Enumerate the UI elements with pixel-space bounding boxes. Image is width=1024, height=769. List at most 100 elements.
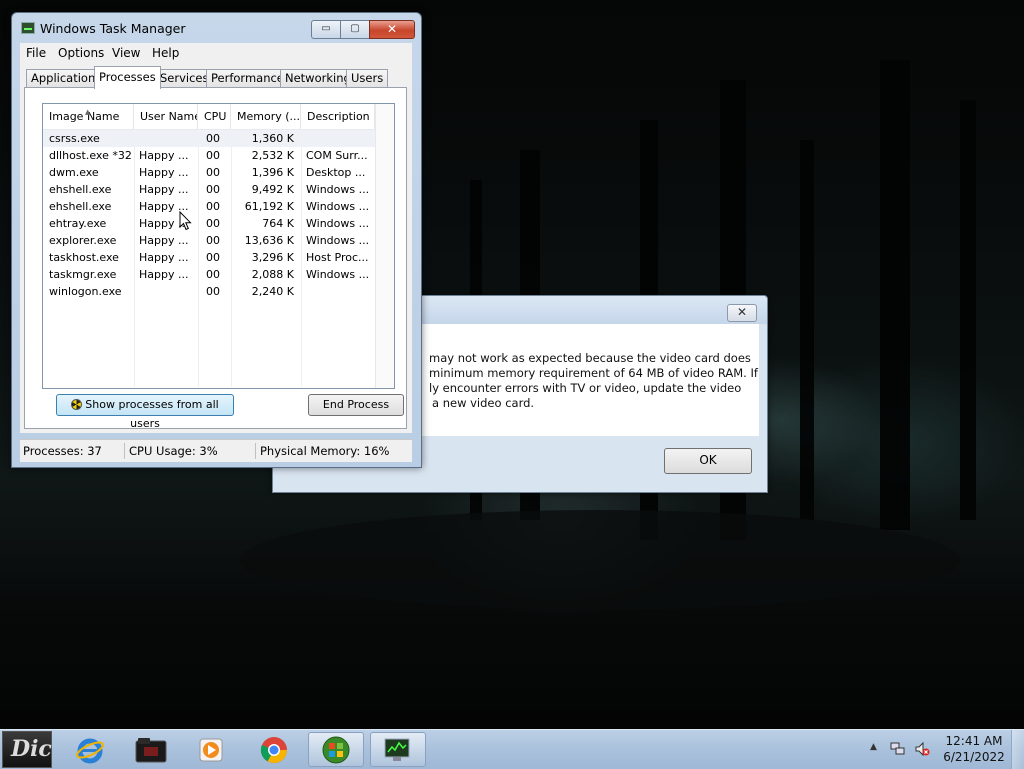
status-divider bbox=[255, 443, 256, 459]
network-icon[interactable] bbox=[890, 741, 906, 757]
minimize-button[interactable]: ▭ bbox=[311, 20, 341, 39]
show-all-processes-button[interactable]: Show processes from all users bbox=[56, 394, 234, 430]
cell-description: Windows ... bbox=[306, 200, 370, 213]
table-row[interactable]: ehtray.exe Happy ... 00 764 K Windows ... bbox=[43, 215, 375, 232]
show-hidden-icons-icon[interactable]: ▲ bbox=[870, 742, 877, 752]
cell-cpu: 00 bbox=[206, 166, 220, 179]
cell-image-name: ehtray.exe bbox=[49, 217, 107, 230]
chrome-icon bbox=[260, 736, 288, 763]
menu-file[interactable]: File bbox=[24, 44, 48, 62]
cell-description: Windows ... bbox=[306, 217, 370, 230]
table-row[interactable]: winlogon.exe 00 2,240 K bbox=[43, 283, 375, 300]
cell-cpu: 00 bbox=[206, 149, 220, 162]
cell-user-name bbox=[139, 283, 195, 300]
status-cpu-usage: CPU Usage: 3% bbox=[129, 444, 218, 458]
table-row[interactable]: ehshell.exe Happy ... 00 61,192 K Windows ..… bbox=[43, 198, 375, 215]
clock[interactable]: 12:41 AM 6/21/2022 bbox=[942, 733, 1006, 765]
cell-user-name: Happy ... bbox=[139, 268, 189, 281]
cell-user-name: Happy ... bbox=[139, 149, 189, 162]
cell-cpu: 00 bbox=[206, 183, 220, 196]
cell-memory: 9,492 K bbox=[251, 183, 294, 196]
column-header-memory[interactable]: Memory (... bbox=[231, 104, 301, 129]
cell-memory: 3,296 K bbox=[251, 251, 294, 264]
cell-image-name: dwm.exe bbox=[49, 166, 99, 179]
table-row[interactable]: taskmgr.exe Happy ... 00 2,088 K Windows ... bbox=[43, 266, 375, 283]
taskbar-media-player[interactable] bbox=[184, 732, 240, 767]
tab-services[interactable]: Services bbox=[155, 69, 214, 88]
cell-image-name: csrss.exe bbox=[49, 132, 100, 145]
taskbar-chrome[interactable] bbox=[246, 732, 302, 767]
dialog-message-line: minimum memory requirement of 64 MB of v… bbox=[429, 366, 758, 380]
uac-shield-icon bbox=[71, 399, 83, 410]
cell-image-name: explorer.exe bbox=[49, 234, 117, 247]
cell-image-name: ehshell.exe bbox=[49, 183, 112, 196]
cell-description: COM Surr... bbox=[306, 149, 368, 162]
ok-button[interactable]: OK bbox=[664, 448, 752, 474]
table-row[interactable]: dllhost.exe *32 Happy ... 00 2,532 K COM Sur… bbox=[43, 147, 375, 164]
cell-user-name: Happy ... bbox=[139, 234, 189, 247]
taskbar-media-center[interactable] bbox=[308, 732, 364, 767]
window-title: Windows Task Manager bbox=[40, 21, 186, 36]
cell-user-name: Happy ... bbox=[139, 251, 189, 264]
clock-time: 12:41 AM bbox=[945, 734, 1003, 748]
cell-image-name: taskmgr.exe bbox=[49, 268, 117, 281]
status-bar: Processes: 37 CPU Usage: 3% Physical Mem… bbox=[20, 439, 412, 462]
cell-description: Host Proc... bbox=[306, 251, 369, 264]
column-header-user-name[interactable]: User Name bbox=[134, 104, 198, 129]
column-header-cpu[interactable]: CPU bbox=[198, 104, 231, 129]
cell-memory: 1,360 K bbox=[251, 132, 294, 145]
table-row[interactable]: dwm.exe Happy ... 00 1,396 K Desktop ... bbox=[43, 164, 375, 181]
dialog-close-button[interactable]: ✕ bbox=[727, 304, 757, 322]
end-process-button[interactable]: End Process bbox=[308, 394, 404, 416]
taskbar-internet-explorer[interactable] bbox=[62, 732, 118, 767]
cell-image-name: taskhost.exe bbox=[49, 251, 119, 264]
table-row[interactable]: ehshell.exe Happy ... 00 9,492 K Windows ... bbox=[43, 181, 375, 198]
taskbar-task-manager[interactable] bbox=[370, 732, 426, 767]
folder-icon bbox=[135, 737, 167, 762]
cell-user-name: Happy ... bbox=[139, 183, 189, 196]
start-button[interactable]: Dic bbox=[2, 731, 52, 768]
cell-cpu: 00 bbox=[206, 132, 220, 145]
cell-memory: 13,636 K bbox=[244, 234, 294, 247]
tab-processes[interactable]: Processes bbox=[94, 66, 161, 89]
show-all-label: Show processes from all users bbox=[85, 398, 219, 430]
tab-networking[interactable]: Networking bbox=[280, 69, 356, 88]
table-row[interactable]: taskhost.exe Happy ... 00 3,296 K Host Proc.… bbox=[43, 249, 375, 266]
window-controls: ▭ ▢ ✕ bbox=[311, 20, 415, 39]
taskbar: Dic ▲ 12:41 AM 6/21/2022 bbox=[0, 729, 1024, 769]
cell-cpu: 00 bbox=[206, 285, 220, 298]
cell-cpu: 00 bbox=[206, 251, 220, 264]
cell-memory: 2,532 K bbox=[251, 149, 294, 162]
cell-user-name bbox=[139, 130, 195, 147]
cell-description bbox=[306, 283, 372, 300]
task-manager-taskbar-icon bbox=[384, 738, 410, 761]
table-row[interactable]: csrss.exe 00 1,360 K bbox=[43, 130, 375, 147]
status-physical-memory: Physical Memory: 16% bbox=[260, 444, 390, 458]
taskbar-media-folder[interactable] bbox=[123, 732, 179, 767]
column-header-image-name[interactable]: ▲ Image Name bbox=[43, 104, 134, 129]
process-table: ▲ Image Name User Name CPU Memory (... D… bbox=[42, 103, 395, 389]
dialog-message-line: may not work as expected because the vid… bbox=[429, 351, 751, 365]
cell-memory: 2,240 K bbox=[251, 285, 294, 298]
column-header-description[interactable]: Description bbox=[301, 104, 375, 129]
media-player-icon bbox=[199, 738, 223, 761]
maximize-button[interactable]: ▢ bbox=[340, 20, 370, 39]
volume-muted-icon[interactable] bbox=[914, 741, 930, 757]
tab-users[interactable]: Users bbox=[346, 69, 389, 88]
tab-performance[interactable]: Performance bbox=[206, 69, 289, 88]
cell-cpu: 00 bbox=[206, 234, 220, 247]
cell-memory: 2,088 K bbox=[251, 268, 294, 281]
menu-help[interactable]: Help bbox=[150, 44, 181, 62]
cell-memory: 764 K bbox=[262, 217, 294, 230]
menu-view[interactable]: View bbox=[110, 44, 142, 62]
dialog-message-line: ly encounter errors with TV or video, up… bbox=[429, 381, 742, 395]
cell-description: Windows ... bbox=[306, 268, 370, 281]
close-button[interactable]: ✕ bbox=[369, 20, 415, 39]
show-desktop-button[interactable] bbox=[1011, 730, 1024, 769]
cell-user-name: Happy ... bbox=[139, 166, 189, 179]
menu-options[interactable]: Options bbox=[56, 44, 106, 62]
vertical-scrollbar[interactable] bbox=[375, 104, 394, 388]
sort-ascending-icon: ▲ bbox=[85, 108, 91, 116]
cell-cpu: 00 bbox=[206, 268, 220, 281]
table-row[interactable]: explorer.exe Happy ... 00 13,636 K Windows .… bbox=[43, 232, 375, 249]
